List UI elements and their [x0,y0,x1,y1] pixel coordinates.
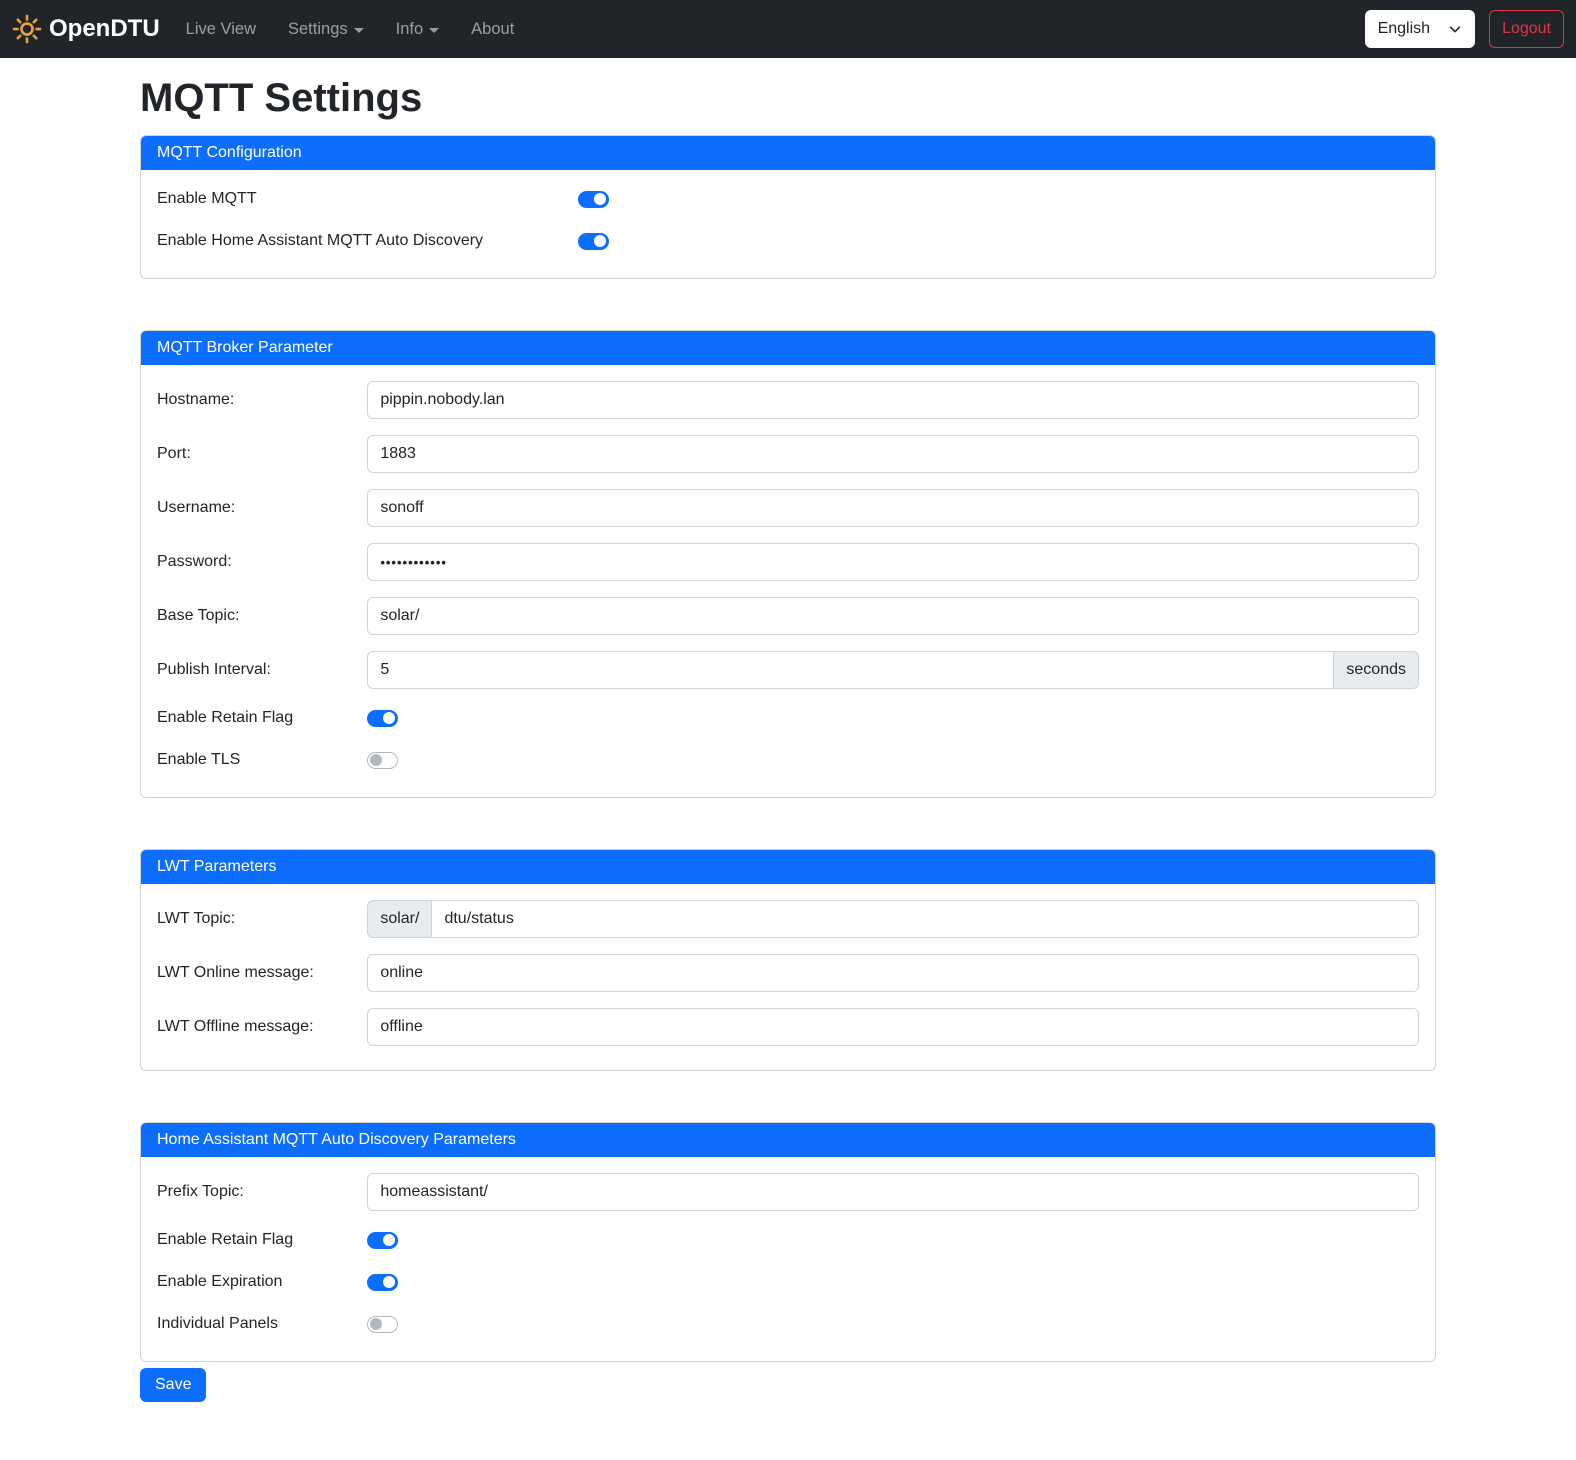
mqtt-broker-card: MQTT Broker Parameter Hostname: Port: Us… [140,330,1436,798]
ha-retain-row: Enable Retain Flag [157,1227,1419,1253]
nav-item-label: Settings [288,20,348,39]
enable-mqtt-label: Enable MQTT [157,190,578,208]
nav-item-about[interactable]: About [463,12,522,47]
username-row: Username: [157,489,1419,527]
enable-ha-discovery-label: Enable Home Assistant MQTT Auto Discover… [157,232,578,250]
broker-retain-label: Enable Retain Flag [157,709,367,727]
publish-interval-label: Publish Interval: [157,661,367,679]
card-body: Prefix Topic: Enable Retain Flag Enable … [141,1157,1435,1361]
nav-item-live-view[interactable]: Live View [178,12,264,47]
mqtt-configuration-card: MQTT Configuration Enable MQTT Enable Ho… [140,135,1436,279]
hostname-row: Hostname: [157,381,1419,419]
card-header: LWT Parameters [141,850,1435,884]
hostname-input[interactable] [367,381,1419,419]
toggle-knob [383,712,395,724]
chevron-down-icon [354,28,364,33]
toggle-knob [594,235,606,247]
card-header: MQTT Broker Parameter [141,331,1435,365]
enable-ha-discovery-toggle[interactable] [578,233,609,250]
lwt-topic-prefix: solar/ [367,900,431,938]
prefix-topic-label: Prefix Topic: [157,1183,367,1201]
password-label: Password: [157,553,367,571]
card-body: Hostname: Port: Username: Password: [141,365,1435,797]
publish-interval-row: Publish Interval: seconds [157,651,1419,689]
enable-tls-label: Enable TLS [157,751,367,769]
ha-discovery-card: Home Assistant MQTT Auto Discovery Param… [140,1122,1436,1362]
ha-retain-toggle[interactable] [367,1232,398,1249]
save-button[interactable]: Save [140,1368,206,1402]
language-select[interactable]: English [1365,10,1475,48]
prefix-topic-row: Prefix Topic: [157,1173,1419,1211]
lwt-offline-label: LWT Offline message: [157,1018,367,1036]
toggle-knob [370,1318,382,1330]
lwt-parameters-card: LWT Parameters LWT Topic: solar/ LWT Onl… [140,849,1436,1071]
card-body: Enable MQTT Enable Home Assistant MQTT A… [141,170,1435,278]
card-header: MQTT Configuration [141,136,1435,170]
lwt-online-label: LWT Online message: [157,964,367,982]
lwt-topic-row: LWT Topic: solar/ [157,900,1419,938]
toggle-knob [370,754,382,766]
chevron-down-icon [429,28,439,33]
lwt-offline-row: LWT Offline message: [157,1008,1419,1046]
enable-expiration-row: Enable Expiration [157,1269,1419,1295]
hostname-label: Hostname: [157,391,367,409]
enable-mqtt-row: Enable MQTT [157,186,1419,212]
lwt-topic-input[interactable] [431,900,1419,938]
toggle-knob [383,1276,395,1288]
navbar-right: English Logout [1365,10,1564,48]
username-label: Username: [157,499,367,517]
nav-item-label: About [471,20,514,39]
enable-tls-row: Enable TLS [157,747,1419,773]
individual-panels-toggle[interactable] [367,1316,398,1333]
individual-panels-label: Individual Panels [157,1315,367,1333]
port-input[interactable] [367,435,1419,473]
base-topic-label: Base Topic: [157,607,367,625]
sun-icon [12,14,42,44]
password-input[interactable] [367,543,1419,581]
base-topic-row: Base Topic: [157,597,1419,635]
navbar: OpenDTU Live View Settings Info About En… [0,0,1576,58]
publish-interval-unit: seconds [1334,651,1419,689]
publish-interval-input[interactable] [367,651,1334,689]
username-input[interactable] [367,489,1419,527]
broker-retain-toggle[interactable] [367,710,398,727]
lwt-online-input[interactable] [367,954,1419,992]
individual-panels-row: Individual Panels [157,1311,1419,1337]
broker-retain-row: Enable Retain Flag [157,705,1419,731]
nav-item-label: Info [396,20,424,39]
prefix-topic-input[interactable] [367,1173,1419,1211]
page-title: MQTT Settings [140,76,1436,121]
enable-ha-discovery-row: Enable Home Assistant MQTT Auto Discover… [157,228,1419,254]
nav-links: Live View Settings Info About [178,12,1365,47]
language-select-value: English [1378,20,1430,38]
nav-item-info[interactable]: Info [388,12,448,47]
lwt-topic-label: LWT Topic: [157,910,367,928]
enable-mqtt-toggle[interactable] [578,191,609,208]
toggle-knob [594,193,606,205]
toggle-knob [383,1234,395,1246]
base-topic-input[interactable] [367,597,1419,635]
brand-label: OpenDTU [49,15,160,43]
password-row: Password: [157,543,1419,581]
chevron-down-icon [1448,22,1462,36]
card-body: LWT Topic: solar/ LWT Online message: LW… [141,884,1435,1070]
lwt-offline-input[interactable] [367,1008,1419,1046]
enable-expiration-label: Enable Expiration [157,1273,367,1291]
ha-retain-label: Enable Retain Flag [157,1231,367,1249]
card-header: Home Assistant MQTT Auto Discovery Param… [141,1123,1435,1157]
port-label: Port: [157,445,367,463]
brand[interactable]: OpenDTU [12,14,160,44]
enable-tls-toggle[interactable] [367,752,398,769]
lwt-online-row: LWT Online message: [157,954,1419,992]
nav-item-settings[interactable]: Settings [280,12,372,47]
port-row: Port: [157,435,1419,473]
enable-expiration-toggle[interactable] [367,1274,398,1291]
nav-item-label: Live View [186,20,256,39]
logout-button[interactable]: Logout [1489,10,1564,48]
main-content: MQTT Settings MQTT Configuration Enable … [128,76,1448,1432]
